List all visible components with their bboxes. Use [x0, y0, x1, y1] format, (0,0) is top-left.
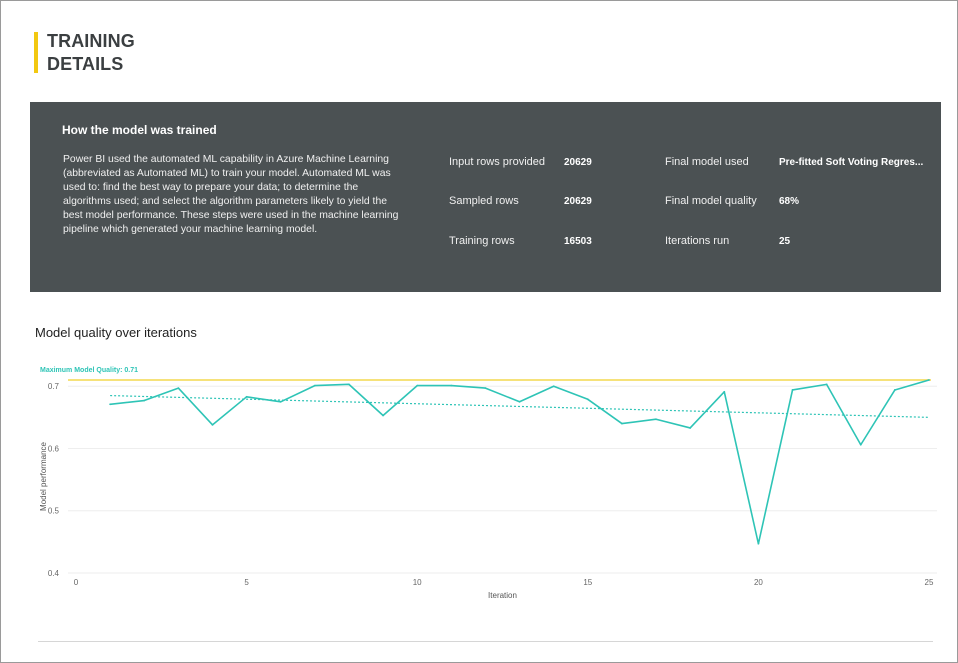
data-point — [416, 384, 419, 387]
data-point — [791, 389, 794, 391]
max-quality-label: Maximum Model Quality: 0.71 — [40, 367, 138, 374]
stat-label-input-rows: Input rows provided — [449, 156, 545, 168]
data-point — [313, 384, 316, 387]
data-point — [893, 389, 896, 391]
data-point — [723, 390, 726, 393]
model-quality-chart: 0.4 0.5 0.6 0.7 0 5 10 15 20 25 Iteration Model per… — [39, 367, 937, 600]
data-point — [484, 387, 487, 389]
data-point — [348, 383, 350, 386]
stat-value-iterations: 25 — [779, 236, 791, 247]
stat-label-sampled-rows: Sampled rows — [449, 195, 519, 207]
x-tick-label: 20 — [754, 578, 763, 587]
data-point — [211, 423, 214, 426]
page-title-line1: TRAINING — [47, 31, 135, 51]
stat-label-final-quality: Final model quality — [665, 195, 757, 207]
data-point — [279, 400, 282, 403]
stat-value-final-model: Pre-fitted Soft Voting Regres... — [779, 157, 924, 168]
bottom-divider — [38, 641, 933, 642]
x-tick-label: 25 — [925, 578, 934, 587]
data-point — [177, 387, 180, 389]
stat-value-final-quality: 68% — [779, 196, 800, 207]
data-point — [689, 427, 692, 429]
data-point — [450, 384, 453, 387]
y-axis-label: Model performance — [39, 441, 48, 510]
data-point — [245, 395, 248, 398]
stat-value-training-rows: 16503 — [564, 236, 592, 247]
trend-line — [110, 394, 930, 418]
panel-description: Power BI used the automated ML capabilit… — [63, 154, 399, 235]
data-point — [757, 542, 760, 545]
data-point — [143, 399, 146, 402]
data-point — [655, 418, 657, 421]
data-point — [859, 443, 862, 446]
stat-label-training-rows: Training rows — [449, 235, 515, 247]
y-tick-label: 0.5 — [48, 507, 60, 516]
data-point — [586, 398, 589, 401]
x-tick-label: 10 — [413, 578, 422, 587]
x-axis-label: Iteration — [488, 591, 517, 600]
data-point — [928, 379, 930, 381]
data-point — [825, 383, 828, 386]
stat-value-sampled-rows: 20629 — [564, 196, 592, 207]
training-info-panel: How the model was trained Power BI used … — [30, 102, 941, 292]
data-point — [382, 414, 384, 417]
data-point — [552, 385, 555, 388]
data-point — [109, 403, 112, 406]
panel-heading: How the model was trained — [62, 123, 217, 137]
x-tick-label: 15 — [583, 578, 592, 587]
y-tick-label: 0.7 — [48, 382, 60, 391]
stat-value-input-rows: 20629 — [564, 157, 592, 168]
page-title-line2: DETAILS — [47, 54, 124, 74]
y-tick-label: 0.6 — [48, 444, 60, 453]
y-tick-label: 0.4 — [48, 569, 60, 578]
title-accent-bar — [34, 32, 38, 73]
page-title: TRAINING DETAILS — [47, 30, 135, 76]
stat-label-final-model: Final model used — [665, 156, 749, 168]
data-point — [621, 422, 623, 425]
x-tick-label: 0 — [74, 578, 79, 587]
model-performance-line — [110, 379, 930, 545]
data-point — [518, 400, 521, 403]
chart-title: Model quality over iterations — [35, 325, 197, 340]
x-tick-label: 5 — [244, 578, 249, 587]
stat-label-iterations: Iterations run — [665, 235, 730, 247]
